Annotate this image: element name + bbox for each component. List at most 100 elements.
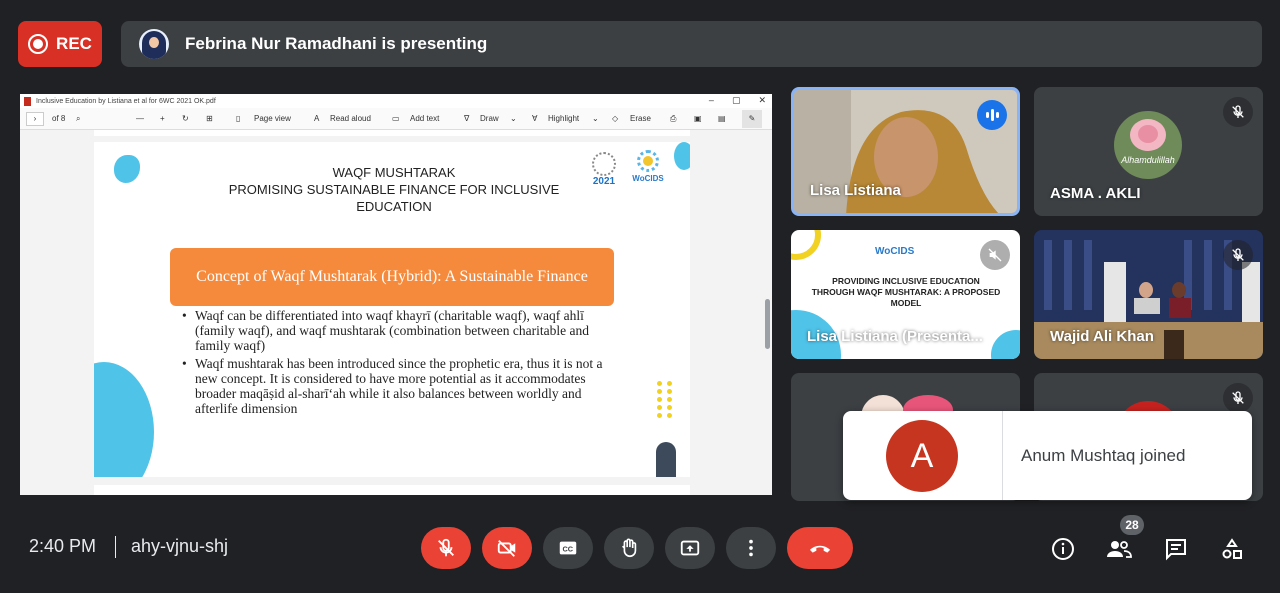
sun-icon xyxy=(637,150,659,172)
slide-title: WAQF MUSHTARAK PROMISING SUSTAINABLE FIN… xyxy=(194,164,594,215)
mic-off-icon xyxy=(1223,240,1253,270)
page-view-button[interactable]: Page view xyxy=(254,114,291,123)
draw-icon[interactable]: ∇ xyxy=(464,114,469,123)
pdf-window-title: Inclusive Education by Listiana et al fo… xyxy=(36,97,216,105)
rec-label: REC xyxy=(56,34,92,53)
participant-tile-lisa-listiana[interactable]: Lisa Listiana xyxy=(791,87,1020,216)
meeting-code: ahy-vjnu-shj xyxy=(131,536,229,556)
presenting-text: Febrina Nur Ramadhani is presenting xyxy=(185,34,488,53)
decor-blob xyxy=(114,155,140,183)
save-as-icon[interactable]: ▤ xyxy=(718,114,726,123)
mic-off-icon xyxy=(1223,97,1253,127)
pdf-toolbar: › of 8 ⌕ — + ↻ ⊞ ▯ Page view A Read alou… xyxy=(20,108,772,130)
emblem-icon xyxy=(592,152,616,176)
participant-tile-asma-akli[interactable]: Alhamdulillah ASMA . AKLI xyxy=(1034,87,1263,216)
present-icon xyxy=(680,540,700,556)
participant-tile-presentation[interactable]: WoCIDS PROVIDING INCLUSIVE EDUCATION THR… xyxy=(791,230,1020,359)
participant-name: Wajid Ali Khan xyxy=(1050,328,1154,345)
highlight-button[interactable]: Highlight xyxy=(548,114,579,123)
pin-icon[interactable]: ✎ xyxy=(742,110,762,128)
toast-message: Anum Mushtaq joined xyxy=(1021,446,1186,465)
toast-avatar: A xyxy=(886,420,958,492)
mic-off-icon xyxy=(438,538,454,557)
minimize-icon[interactable]: – xyxy=(709,95,714,106)
erase-icon[interactable]: ◇ xyxy=(612,114,618,123)
join-notification[interactable]: A Anum Mushtaq joined xyxy=(843,411,1252,500)
page-view-icon[interactable]: ▯ xyxy=(236,114,240,123)
decor-pill xyxy=(656,442,676,477)
meeting-details-button[interactable] xyxy=(1050,536,1076,562)
page-number-input[interactable]: › xyxy=(26,112,44,126)
end-call-icon xyxy=(809,545,831,553)
read-aloud-icon[interactable]: A xyxy=(314,114,319,123)
highlight-icon[interactable]: ∀ xyxy=(532,114,537,123)
fit-page-icon[interactable]: ⊞ xyxy=(206,114,213,123)
participant-tile-wajid-ali-khan[interactable]: Wajid Ali Khan xyxy=(1034,230,1263,359)
close-icon[interactable]: ✕ xyxy=(758,95,766,106)
decor-blob xyxy=(674,142,690,170)
decor-blob xyxy=(991,330,1020,359)
captions-icon: CC xyxy=(559,541,577,555)
raise-hand-button[interactable] xyxy=(604,527,654,569)
shared-screen[interactable]: Inclusive Education by Listiana et al fo… xyxy=(20,94,772,495)
activities-button[interactable] xyxy=(1219,536,1245,562)
zoom-in-icon[interactable]: + xyxy=(160,114,165,123)
logo-name: WoCIDS xyxy=(632,174,664,183)
presenting-banner: Febrina Nur Ramadhani is presenting xyxy=(121,21,1262,67)
conference-2021-logo: 2021 xyxy=(589,152,619,187)
mic-toggle-button[interactable] xyxy=(421,527,471,569)
previous-page-edge xyxy=(94,130,690,136)
presenter-avatar xyxy=(139,29,169,59)
add-text-icon[interactable]: ▭ xyxy=(392,114,400,123)
captions-button[interactable]: CC xyxy=(543,527,593,569)
camera-off-icon xyxy=(497,540,516,557)
add-text-button[interactable]: Add text xyxy=(410,114,439,123)
meet-window: REC Febrina Nur Ramadhani is presenting … xyxy=(0,0,1280,593)
page-indicator: of 8 xyxy=(52,114,66,123)
present-now-button[interactable] xyxy=(665,527,715,569)
more-options-button[interactable] xyxy=(726,527,776,569)
bullet-list: Waqf can be differentiated into waqf kha… xyxy=(182,308,612,419)
mic-off-icon xyxy=(1223,383,1253,413)
leave-call-button[interactable] xyxy=(787,527,853,569)
pdf-file-icon xyxy=(24,97,31,106)
decor-blob xyxy=(94,362,154,477)
pdf-scrollbar[interactable] xyxy=(765,299,770,349)
participant-name: ASMA . AKLI xyxy=(1050,185,1141,202)
svg-text:CC: CC xyxy=(563,545,574,554)
read-aloud-button[interactable]: Read aloud xyxy=(330,114,371,123)
concept-heading: Concept of Waqf Mushtarak (Hybrid): A Su… xyxy=(170,248,614,306)
people-button[interactable] xyxy=(1106,536,1132,562)
raise-hand-icon xyxy=(621,538,637,557)
rotate-icon[interactable]: ↻ xyxy=(182,114,189,123)
people-icon xyxy=(1107,541,1132,558)
toast-divider xyxy=(1002,411,1003,500)
highlight-dropdown-icon[interactable]: ⌄ xyxy=(592,114,599,123)
decor-dots xyxy=(657,381,673,418)
decor-ring xyxy=(791,230,821,260)
meeting-time: 2:40 PM xyxy=(29,536,97,556)
participant-name: Lisa Listiana xyxy=(810,182,901,199)
maximize-icon[interactable]: ▢ xyxy=(732,95,741,106)
logo-year: 2021 xyxy=(592,176,616,187)
bar-separator xyxy=(115,536,116,558)
chat-button[interactable] xyxy=(1163,536,1189,562)
speaking-indicator-icon xyxy=(977,100,1007,130)
participant-avatar: Alhamdulillah xyxy=(1114,111,1182,179)
draw-dropdown-icon[interactable]: ⌄ xyxy=(510,114,517,123)
erase-button[interactable]: Erase xyxy=(630,114,651,123)
print-icon[interactable]: ⎙ xyxy=(670,114,676,124)
activities-icon xyxy=(1222,538,1242,559)
search-icon[interactable]: ⌕ xyxy=(76,114,80,124)
wocids-logo: WoCIDS xyxy=(626,150,670,183)
slide-page: WAQF MUSHTARAK PROMISING SUSTAINABLE FIN… xyxy=(94,142,690,477)
recording-indicator[interactable]: REC xyxy=(18,21,102,67)
draw-button[interactable]: Draw xyxy=(480,114,499,123)
camera-toggle-button[interactable] xyxy=(482,527,532,569)
slide-title-line1: WAQF MUSHTARAK xyxy=(332,165,456,180)
thumb-title: PROVIDING INCLUSIVE EDUCATION THROUGH WA… xyxy=(811,276,1001,308)
people-count-badge: 28 xyxy=(1120,515,1144,535)
save-icon[interactable]: ▣ xyxy=(694,114,702,123)
zoom-out-icon[interactable]: — xyxy=(136,114,144,123)
bullet-item: Waqf mushtarak has been introduced since… xyxy=(182,356,612,416)
